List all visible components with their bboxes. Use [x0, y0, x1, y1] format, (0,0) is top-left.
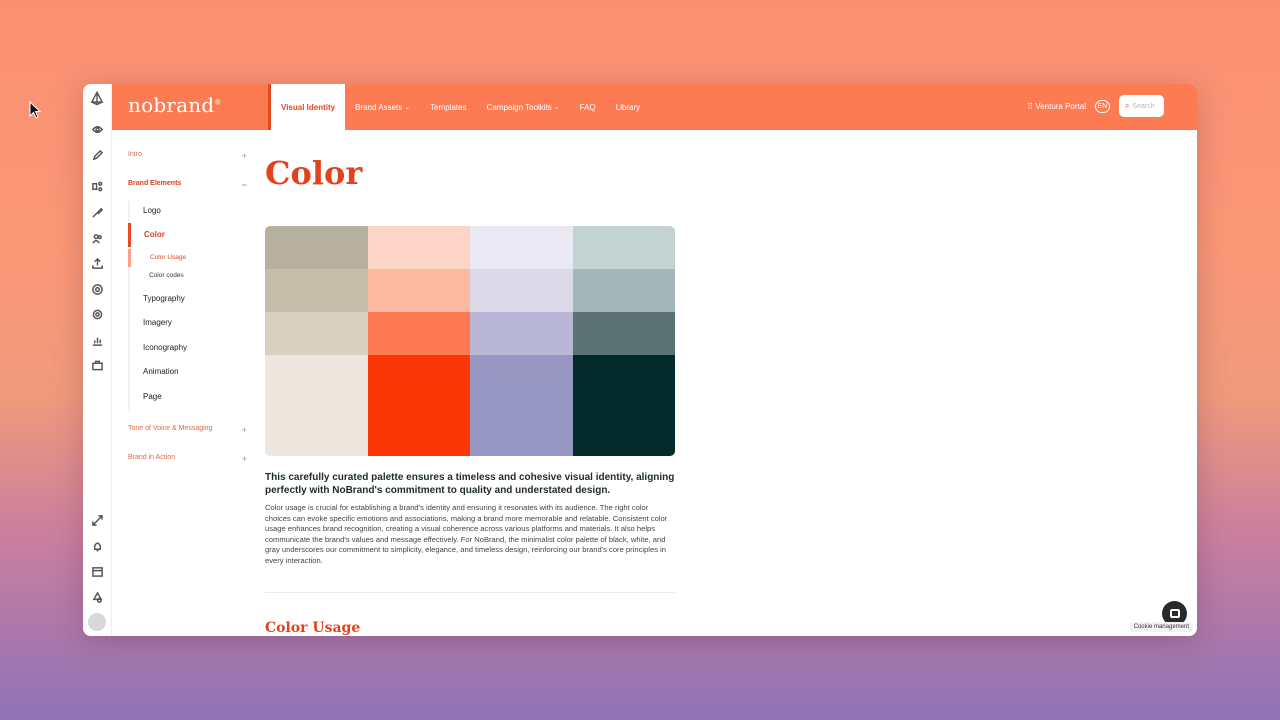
color-swatch[interactable]: [367, 312, 470, 355]
color-swatch[interactable]: [470, 226, 573, 269]
color-swatch[interactable]: [265, 269, 368, 312]
palette-column: [572, 226, 675, 456]
sidebar-item-imagery[interactable]: Imagery: [130, 318, 250, 327]
divider: [265, 592, 675, 593]
color-swatch[interactable]: [572, 355, 675, 456]
nav-visual-identity[interactable]: Visual Identity: [268, 84, 346, 130]
sidebar-nav: Intro + Brand Elements − Logo Color Color …: [112, 130, 250, 636]
shapes-icon[interactable]: [90, 590, 104, 604]
palette-column: [265, 226, 368, 456]
upload-icon[interactable]: [90, 256, 104, 270]
sidebar-item-page[interactable]: Page: [130, 392, 250, 401]
sidebar-section-intro[interactable]: Intro +: [128, 151, 250, 161]
color-swatch[interactable]: [470, 355, 573, 456]
main-nav: Visual Identity Brand Assets ⌄ Templates …: [268, 84, 650, 130]
sidebar-item-color[interactable]: Color: [128, 223, 248, 247]
color-swatch[interactable]: [470, 312, 573, 355]
brand-elements-tree: Logo Color Color Usage Color codes Typog…: [128, 201, 250, 411]
sidebar-section-brand-elements[interactable]: Brand Elements −: [128, 180, 250, 190]
color-swatch[interactable]: [265, 312, 368, 355]
top-navigation-bar: nobrand® Visual Identity Brand Assets ⌄ T…: [112, 84, 1197, 130]
sidebar-item-iconography[interactable]: Iconography: [130, 343, 250, 352]
language-switch[interactable]: EN: [1095, 99, 1110, 113]
icon-rail: [83, 84, 112, 636]
nav-templates[interactable]: Templates: [420, 84, 476, 130]
palette-column: [470, 226, 573, 456]
sidebar-subitem-color-codes[interactable]: Color codes: [130, 272, 184, 279]
nav-faq[interactable]: FAQ: [570, 84, 606, 130]
nav-library[interactable]: Library: [606, 84, 650, 130]
search-input[interactable]: ⌕ Search: [1119, 95, 1164, 117]
palette-column: [367, 226, 470, 456]
pencil-icon[interactable]: [90, 148, 104, 162]
settings-icon[interactable]: [90, 307, 104, 321]
expand-toggle-icon[interactable]: +: [242, 454, 247, 464]
chevron-down-icon: ⌄: [553, 104, 560, 111]
page-title: Color: [265, 154, 363, 192]
mouse-cursor: [29, 101, 41, 119]
color-swatch[interactable]: [367, 355, 470, 456]
sidebar-subitem-color-usage[interactable]: Color Usage: [128, 249, 186, 267]
bell-icon[interactable]: [90, 539, 104, 553]
color-swatch[interactable]: [265, 355, 368, 456]
paint-brush-icon[interactable]: [90, 205, 104, 219]
section-heading-color-usage: Color Usage: [265, 620, 361, 636]
color-swatch[interactable]: [572, 226, 675, 269]
expand-toggle-icon[interactable]: +: [242, 151, 247, 161]
nav-brand-assets[interactable]: Brand Assets ⌄: [345, 84, 420, 130]
expand-toggle-icon[interactable]: +: [242, 425, 247, 435]
sidebar-section-brand-in-action[interactable]: Brand in Action +: [128, 454, 250, 464]
users-icon[interactable]: [90, 231, 104, 245]
nav-campaign-toolkits[interactable]: Campaign Toolkits ⌄: [477, 84, 570, 130]
sidebar-item-typography[interactable]: Typography: [130, 294, 250, 303]
brand-logo[interactable]: nobrand®: [128, 93, 222, 117]
color-swatch[interactable]: [265, 226, 368, 269]
app-logo-icon[interactable]: [90, 90, 104, 105]
target-icon[interactable]: [90, 282, 104, 296]
expand-icon[interactable]: [90, 513, 104, 527]
color-swatch[interactable]: [367, 226, 470, 269]
color-swatch[interactable]: [470, 269, 573, 312]
sidebar-item-animation[interactable]: Animation: [130, 367, 250, 376]
store-icon[interactable]: [90, 564, 104, 578]
search-icon: ⌕: [1125, 101, 1130, 110]
app-window: nobrand® Visual Identity Brand Assets ⌄ T…: [83, 84, 1197, 636]
chevron-down-icon: ⌄: [404, 104, 411, 111]
body-paragraph: Color usage is crucial for establishing …: [265, 503, 668, 565]
main-content: Color This carefully curated palette ens…: [265, 130, 675, 636]
color-swatch[interactable]: [572, 269, 675, 312]
color-palette-grid: [265, 226, 675, 456]
sidebar-section-tone-of-voice[interactable]: Tone of Voice & Messaging +: [128, 425, 250, 435]
eye-icon[interactable]: [90, 122, 104, 136]
collapse-toggle-icon[interactable]: −: [242, 180, 247, 190]
sidebar-item-logo[interactable]: Logo: [130, 206, 250, 215]
color-swatch[interactable]: [572, 312, 675, 355]
portal-link[interactable]: ⠿ Ventura Portal: [1027, 102, 1086, 111]
lead-paragraph: This carefully curated palette ensures a…: [265, 472, 675, 496]
cookie-management-link[interactable]: Cookie management: [1129, 622, 1193, 632]
color-swatch[interactable]: [367, 269, 470, 312]
briefcase-icon[interactable]: [90, 358, 104, 372]
avatar[interactable]: [88, 613, 106, 631]
components-icon[interactable]: [90, 179, 104, 193]
chat-icon: [1169, 609, 1180, 618]
analytics-icon[interactable]: [90, 333, 104, 347]
